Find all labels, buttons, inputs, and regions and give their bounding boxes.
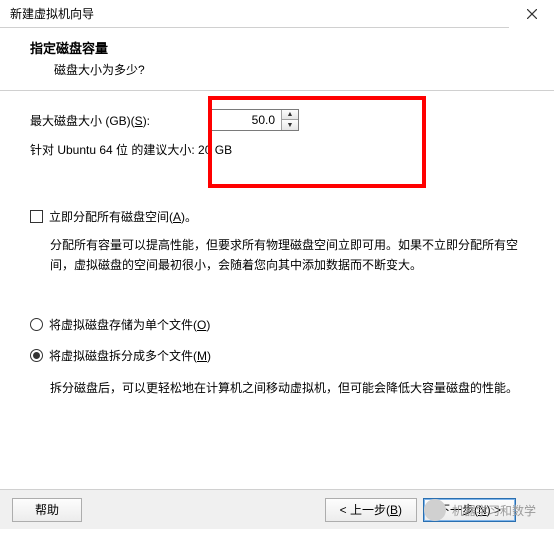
allocate-now-checkbox[interactable] [30, 210, 43, 223]
back-button[interactable]: < 上一步(B) [325, 498, 417, 522]
split-multiple-files-radio[interactable] [30, 349, 43, 362]
content-area: 最大磁盘大小 (GB)(S): ▲ ▼ 针对 Ubuntu 64 位 的建议大小… [0, 91, 554, 398]
recommended-size-text: 针对 Ubuntu 64 位 的建议大小: 20 GB [30, 141, 524, 158]
split-multiple-files-radio-row[interactable]: 将虚拟磁盘拆分成多个文件(M) [30, 347, 524, 364]
allocate-description: 分配所有容量可以提高性能，但要求所有物理磁盘空间立即可用。如果不立即分配所有空间… [50, 235, 524, 276]
close-icon [527, 9, 537, 19]
wizard-header: 指定磁盘容量 磁盘大小为多少? [0, 28, 554, 91]
close-button[interactable] [509, 0, 554, 28]
window-title: 新建虚拟机向导 [10, 5, 509, 22]
store-single-file-radio[interactable] [30, 318, 43, 331]
max-disk-size-row: 最大磁盘大小 (GB)(S): ▲ ▼ [30, 109, 524, 131]
spinner-up-button[interactable]: ▲ [282, 110, 298, 120]
titlebar: 新建虚拟机向导 [0, 0, 554, 28]
max-disk-size-label: 最大磁盘大小 (GB)(S): [30, 112, 210, 129]
page-title: 指定磁盘容量 [30, 38, 534, 57]
watermark-text: 机器学习和数学 [452, 502, 536, 519]
allocate-section: 立即分配所有磁盘空间(A)。 分配所有容量可以提高性能，但要求所有物理磁盘空间立… [30, 208, 524, 276]
disk-size-input[interactable] [211, 110, 281, 130]
allocate-now-checkbox-row[interactable]: 立即分配所有磁盘空间(A)。 [30, 208, 524, 225]
radio-dot-icon [33, 352, 40, 359]
page-subtitle: 磁盘大小为多少? [30, 61, 534, 78]
watermark-avatar-icon [424, 499, 446, 521]
split-multiple-files-label: 将虚拟磁盘拆分成多个文件(M) [49, 347, 211, 364]
store-single-file-radio-row[interactable]: 将虚拟磁盘存储为单个文件(O) [30, 316, 524, 333]
watermark: 机器学习和数学 [424, 499, 536, 521]
split-section: 将虚拟磁盘存储为单个文件(O) 将虚拟磁盘拆分成多个文件(M) 拆分磁盘后，可以… [30, 316, 524, 398]
allocate-now-label: 立即分配所有磁盘空间(A)。 [49, 208, 197, 225]
store-single-file-label: 将虚拟磁盘存储为单个文件(O) [49, 316, 210, 333]
disk-size-spinner[interactable]: ▲ ▼ [210, 109, 299, 131]
split-description: 拆分磁盘后，可以更轻松地在计算机之间移动虚拟机，但可能会降低大容量磁盘的性能。 [50, 378, 524, 398]
help-button[interactable]: 帮助 [12, 498, 82, 522]
spinner-down-button[interactable]: ▼ [282, 120, 298, 130]
